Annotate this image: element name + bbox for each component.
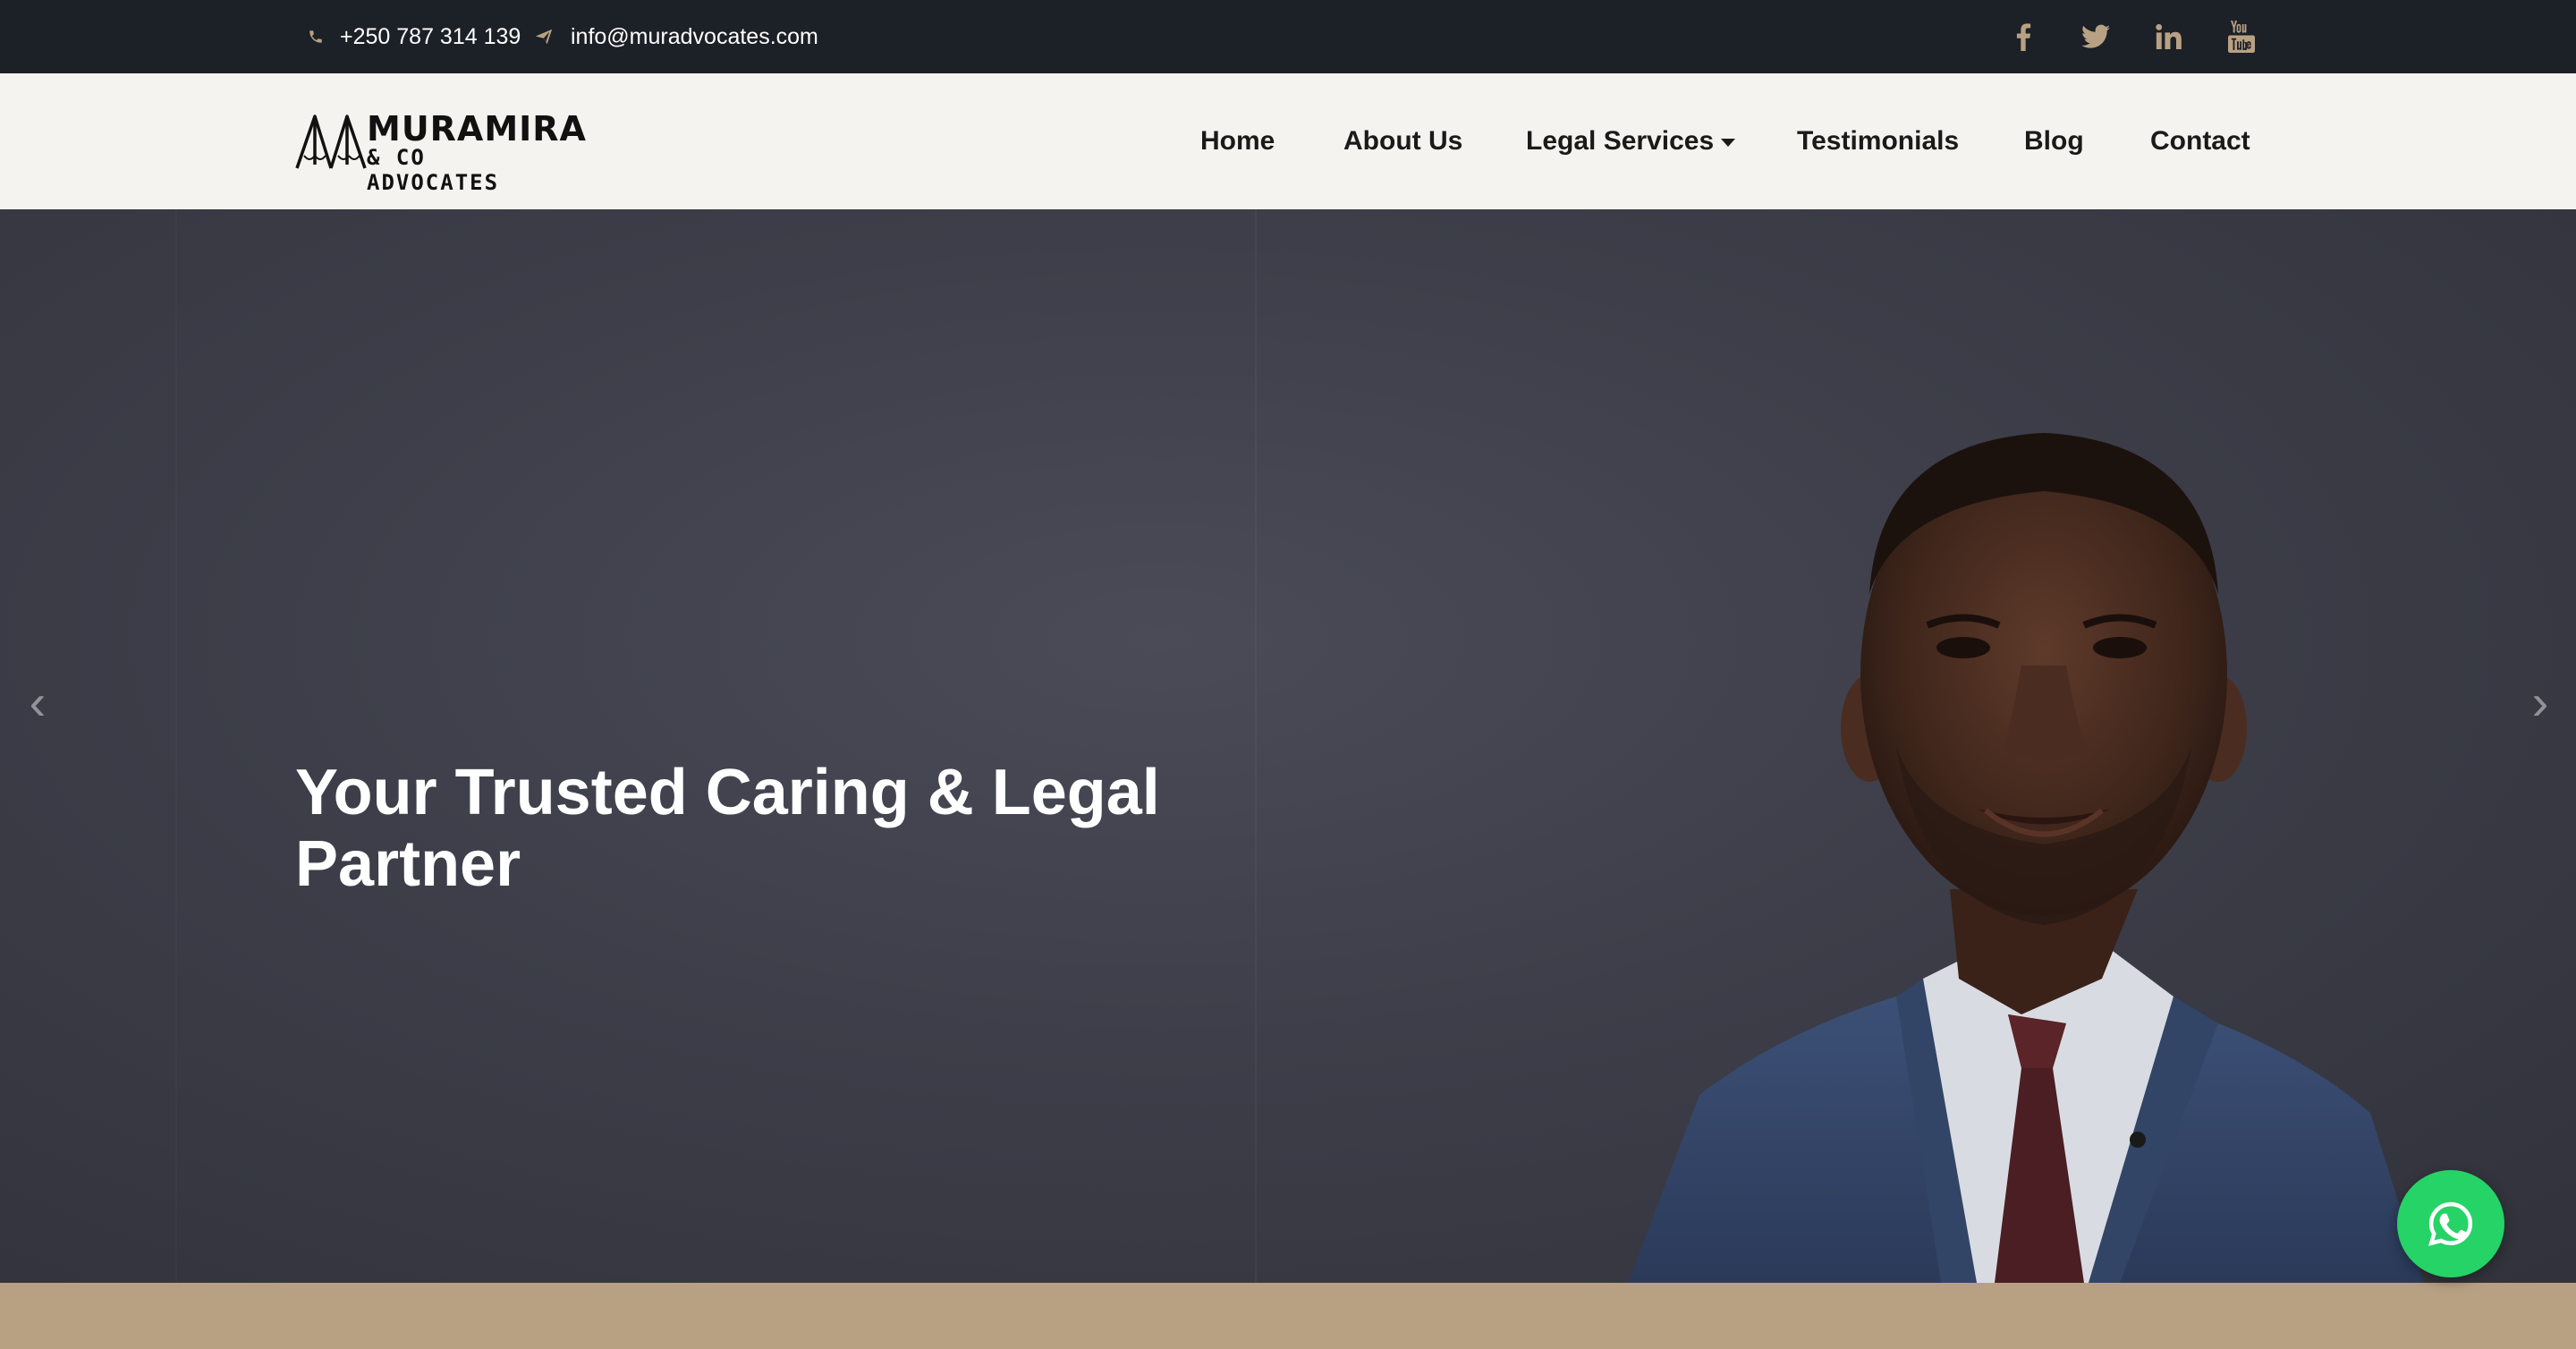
- phone-icon: [309, 30, 322, 43]
- email-address: info@muradvocates.com: [571, 23, 818, 49]
- youtube-icon: [2228, 21, 2255, 53]
- email-contact[interactable]: info@muradvocates.com: [533, 0, 818, 73]
- slider-prev-button[interactable]: ‹: [11, 666, 64, 737]
- phone-number: +250 787 314 139: [340, 23, 521, 49]
- nav-legal-services-label: Legal Services: [1526, 126, 1715, 156]
- nav-home[interactable]: Home: [1200, 73, 1275, 209]
- nav-contact[interactable]: Contact: [2150, 73, 2250, 209]
- logo-subtitle: & CO ADVOCATES: [367, 145, 500, 195]
- linkedin-icon: [2156, 24, 2182, 49]
- main-navbar: MURAMIRA & CO ADVOCATES Home About Us Le…: [0, 73, 2576, 209]
- hero-slider: Your Trusted Caring & Legal Partner ‹ ›: [0, 209, 2576, 1283]
- nav-testimonials[interactable]: Testimonials: [1797, 73, 1959, 209]
- site-logo[interactable]: MURAMIRA & CO ADVOCATES: [295, 109, 586, 195]
- nav-blog[interactable]: Blog: [2024, 73, 2084, 209]
- youtube-link[interactable]: [2219, 0, 2264, 73]
- hero-headline: Your Trusted Caring & Legal Partner: [295, 757, 1160, 900]
- whatsapp-chat-button[interactable]: [2397, 1170, 2504, 1277]
- slider-next-button[interactable]: ›: [2513, 666, 2567, 737]
- twitter-icon: [2081, 24, 2110, 48]
- section-band: [0, 1283, 2576, 1349]
- logo-name: MURAMIRA: [367, 109, 587, 148]
- phone-contact[interactable]: +250 787 314 139: [308, 0, 521, 73]
- nav-about-us[interactable]: About Us: [1343, 73, 1462, 209]
- facebook-icon: [2016, 23, 2031, 51]
- whatsapp-icon: [2428, 1201, 2473, 1246]
- lawyer-portrait-image: [1628, 433, 2424, 1283]
- linkedin-link[interactable]: [2147, 0, 2191, 73]
- chevron-left-icon: ‹: [29, 673, 47, 730]
- caret-down-icon: [1721, 138, 1736, 147]
- twitter-link[interactable]: [2073, 0, 2118, 73]
- top-bar: +250 787 314 139 info@muradvocates.com: [0, 0, 2576, 73]
- nav-legal-services[interactable]: Legal Services: [1526, 73, 1736, 209]
- scales-logo-icon: [295, 115, 367, 169]
- hero-texture-line: [1255, 209, 1257, 1283]
- facebook-link[interactable]: [2001, 0, 2046, 73]
- chevron-right-icon: ›: [2531, 673, 2549, 730]
- hero-texture-line: [175, 209, 177, 1283]
- send-icon: [535, 29, 553, 45]
